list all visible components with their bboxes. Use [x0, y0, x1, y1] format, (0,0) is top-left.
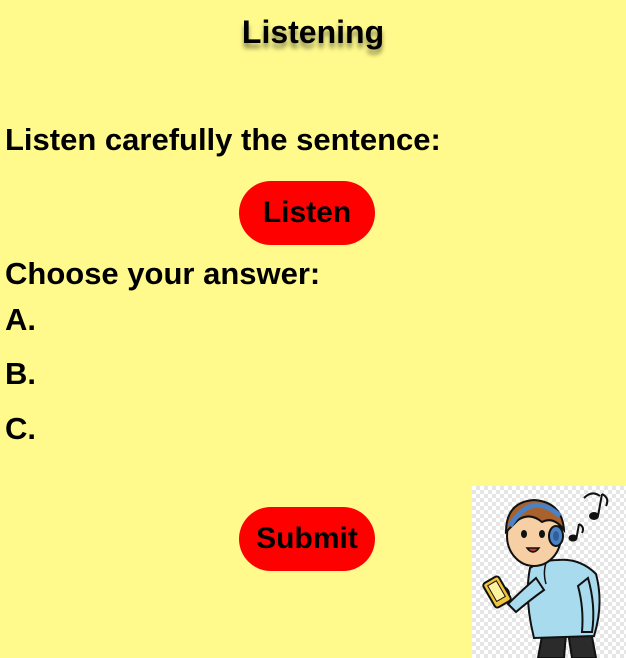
listen-prompt: Listen carefully the sentence: [5, 122, 441, 157]
answer-option-b[interactable]: B. [5, 356, 36, 392]
boy-listening-headphones-icon [472, 486, 626, 658]
answer-option-a[interactable]: A. [5, 302, 36, 338]
listen-button[interactable]: Listen [239, 181, 375, 245]
page-title: Listening [241, 14, 385, 50]
music-note-icon [568, 492, 609, 542]
choose-answer-prompt: Choose your answer: [5, 256, 321, 291]
submit-button[interactable]: Submit [239, 507, 375, 571]
answer-option-c[interactable]: C. [5, 411, 36, 447]
